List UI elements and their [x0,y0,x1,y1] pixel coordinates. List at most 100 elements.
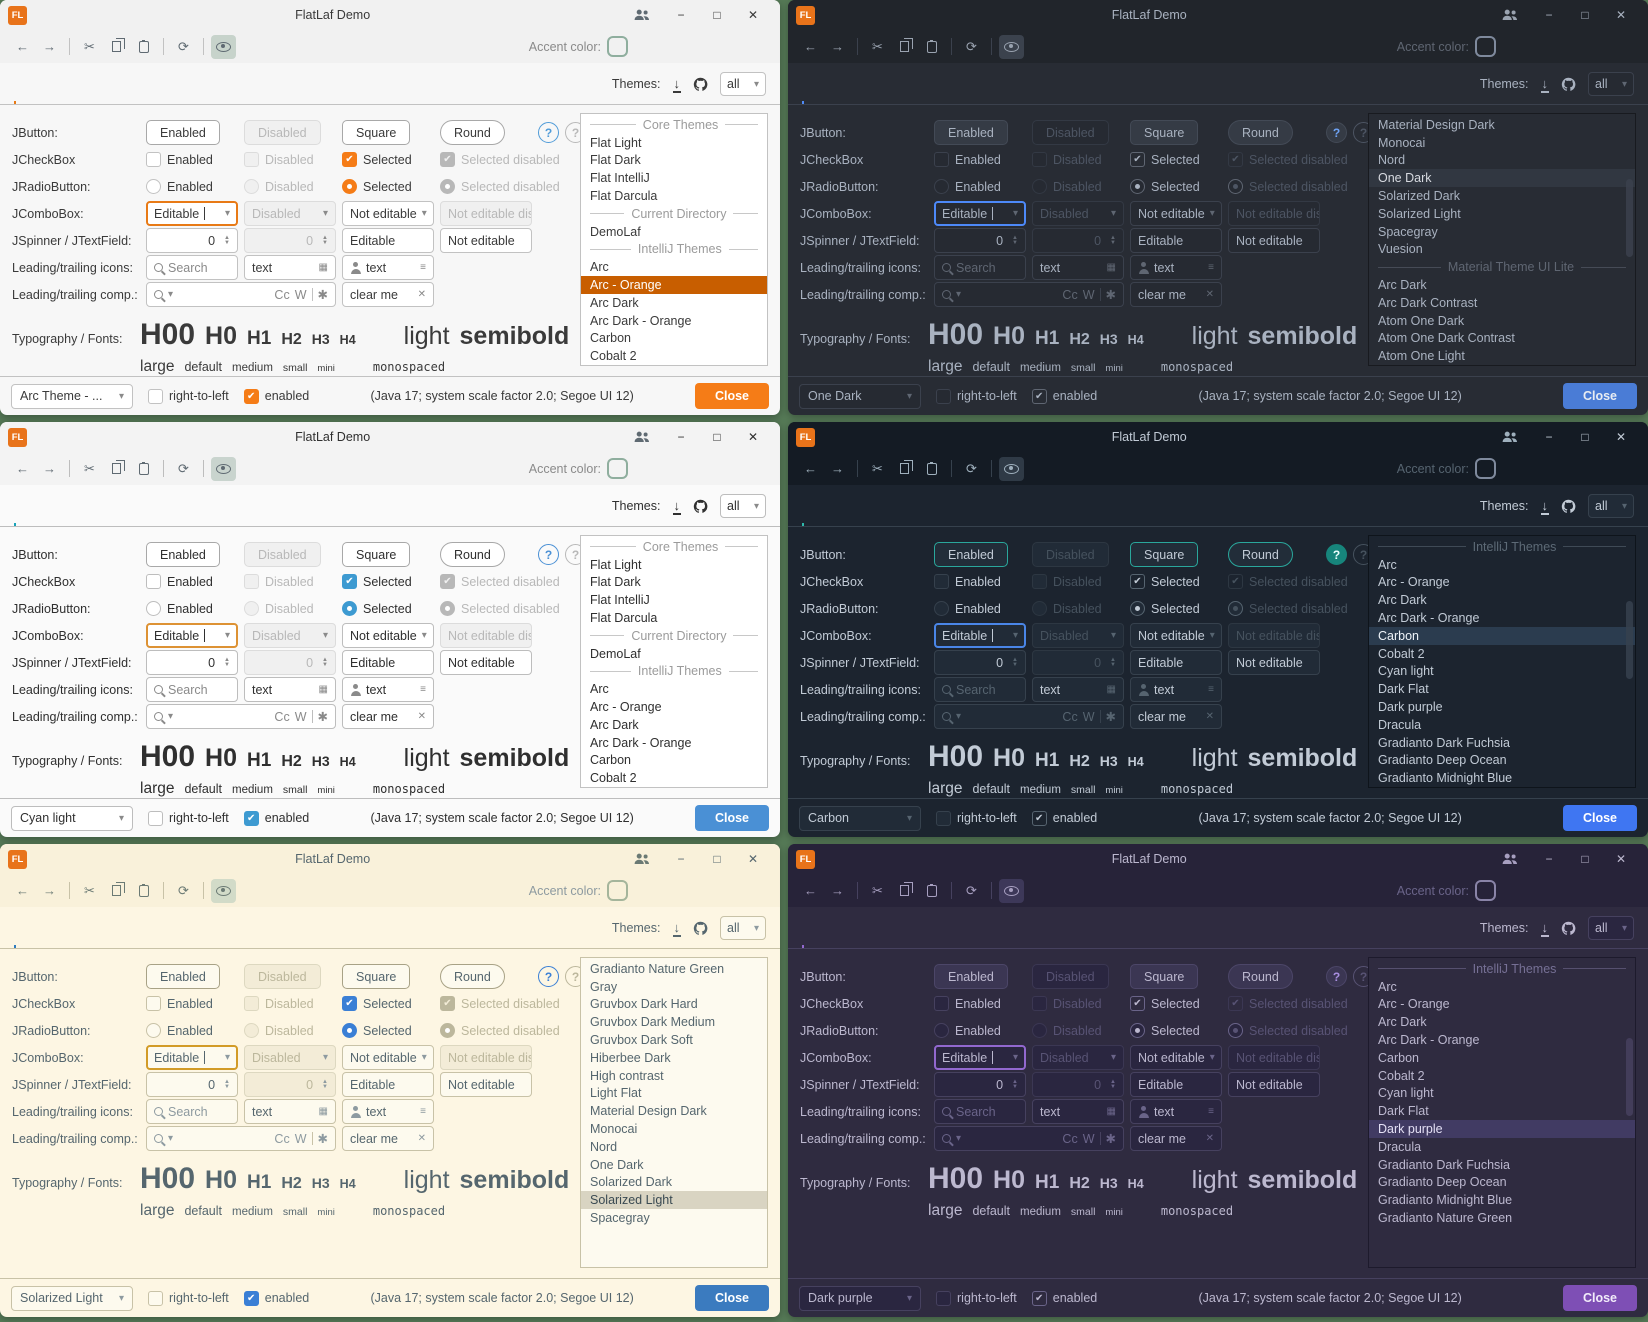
checkbox-selected[interactable]: ✔ [1130,996,1145,1011]
paste-button[interactable] [919,879,944,903]
tab[interactable] [898,928,900,948]
close-button[interactable]: Close [1563,805,1637,831]
show-hidden-toggle[interactable] [999,35,1024,59]
right-to-left-checkbox[interactable]: right-to-left [148,389,229,404]
maximize-button[interactable]: □ [702,426,732,448]
accent-color-swatch[interactable] [1501,882,1518,899]
theme-list-item[interactable]: Arc - Orange [1369,574,1635,592]
paste-button[interactable] [131,879,156,903]
theme-list-item[interactable]: Spacegray [1369,223,1635,241]
minimize-button[interactable]: − [1534,4,1564,26]
accent-color-swatch[interactable] [705,882,722,899]
combobox-not-editable[interactable]: Not editable▾ [1130,623,1222,648]
menu-item[interactable] [881,856,897,862]
users-icon[interactable] [1502,9,1518,21]
theme-list-item[interactable]: Atom One Dark [1369,312,1635,330]
themes-list[interactable]: Material Design Dark Monocai Nord One Da… [1368,113,1636,366]
accent-color-swatch[interactable] [1621,882,1638,899]
accent-color-swatch[interactable] [1573,882,1590,899]
theme-list-item[interactable]: Dark Flat [1369,1102,1635,1120]
tab[interactable] [142,506,144,526]
back-button[interactable]: ← [798,35,823,59]
minimize-button[interactable]: − [666,848,696,870]
radio-selected[interactable] [1130,601,1145,616]
theme-list-item[interactable]: Arc - Orange [581,698,767,716]
menu-item[interactable] [129,434,145,440]
textfield-not-editable[interactable]: Not editable [440,1072,532,1097]
search-input[interactable]: Search [146,677,238,702]
checkbox-enabled[interactable] [934,574,949,589]
textfield-editable[interactable]: Editable [1130,1072,1222,1097]
spinner-enabled[interactable]: 0▲▼ [934,228,1026,253]
theme-list-item[interactable]: Cobalt 2 [1369,1067,1635,1085]
close-window-button[interactable]: ✕ [1606,426,1636,448]
theme-list-item[interactable]: Flat IntelliJ [581,591,767,609]
show-hidden-toggle[interactable] [999,879,1024,903]
accent-color-swatch[interactable] [1549,882,1566,899]
theme-list-item[interactable]: Arc - Orange [581,276,767,294]
theme-list-item[interactable]: Arc Dark Contrast [1369,294,1635,312]
round-button[interactable]: Round [1228,120,1293,145]
tab[interactable] [962,506,964,526]
cut-button[interactable]: ✂ [77,457,102,481]
clear-me-input[interactable]: clear me✕ [1130,282,1222,307]
accent-color-swatch[interactable] [681,38,698,55]
users-icon[interactable] [634,9,650,21]
right-to-left-checkbox[interactable]: right-to-left [936,389,1017,404]
forward-button[interactable]: → [825,879,850,903]
search-input[interactable]: Search [934,255,1026,280]
menu-item[interactable] [75,12,91,18]
tab[interactable] [834,84,836,104]
theme-list-item[interactable]: Cobalt 2 [581,769,767,787]
menu-item[interactable] [917,12,933,18]
combobox-not-editable[interactable]: Not editable▾ [342,201,434,226]
themes-filter-select[interactable]: all ▾ [720,72,766,96]
search-with-options-input[interactable]: ▾CcW✱ [934,704,1124,729]
clear-icon[interactable]: ✕ [418,289,426,300]
table-icon[interactable]: ▦ [1107,1106,1116,1117]
theme-list-item[interactable]: Arc Dark - Orange [1369,609,1635,627]
list-icon[interactable]: ≡ [1208,262,1214,273]
combobox-editable[interactable]: Editable▾ [934,623,1026,648]
tab[interactable] [78,928,80,948]
theme-list-item[interactable]: Arc Dark [581,716,767,734]
theme-list-item[interactable]: Dark Flat [1369,680,1635,698]
tab[interactable] [110,506,112,526]
square-button[interactable]: Square [1130,964,1198,989]
checkbox-enabled[interactable] [146,996,161,1011]
close-button[interactable]: Close [695,383,769,409]
menu-item[interactable] [881,12,897,18]
theme-list-item[interactable]: Gradianto Midnight Blue [1369,769,1635,787]
tab[interactable] [46,506,48,526]
spinner-enabled[interactable]: 0▲▼ [146,650,238,675]
menu-item[interactable] [845,434,861,440]
whole-word-toggle[interactable]: W [1083,710,1095,724]
table-icon[interactable]: ▦ [319,1106,328,1117]
show-hidden-toggle[interactable] [999,457,1024,481]
tab[interactable] [78,506,80,526]
search-input[interactable]: Search [146,255,238,280]
tab[interactable] [142,84,144,104]
theme-list-item[interactable]: Material Design Dark [581,1102,767,1120]
themes-filter-select[interactable]: all ▾ [720,494,766,518]
whole-word-toggle[interactable]: W [295,710,307,724]
tab[interactable] [46,84,48,104]
theme-list-item[interactable]: Arc Dark - Orange [581,734,767,752]
close-button[interactable]: Close [1563,383,1637,409]
accent-color-swatch[interactable] [1525,882,1542,899]
theme-list-item[interactable]: DemoLaf [581,645,767,663]
enabled-button[interactable]: Enabled [934,542,1008,567]
table-icon[interactable]: ▦ [319,262,328,273]
theme-list-item[interactable]: Material Design Dark [1369,116,1635,134]
menu-item[interactable] [863,434,879,440]
cut-button[interactable]: ✂ [77,879,102,903]
maximize-button[interactable]: □ [1570,426,1600,448]
titlebar[interactable]: FL FlatLaf Demo − □ ✕ [788,422,1648,452]
text-input-person[interactable]: text≡ [1130,1099,1222,1124]
spinner-enabled[interactable]: 0▲▼ [146,228,238,253]
text-input-person[interactable]: text≡ [342,255,434,280]
theme-list-item[interactable]: Flat Darcula [581,609,767,627]
theme-list-item[interactable]: Atom One Light Contrast [1369,365,1635,366]
theme-list-item[interactable]: Gradianto Dark Fuchsia [1369,734,1635,752]
refresh-button[interactable]: ⟳ [171,879,196,903]
